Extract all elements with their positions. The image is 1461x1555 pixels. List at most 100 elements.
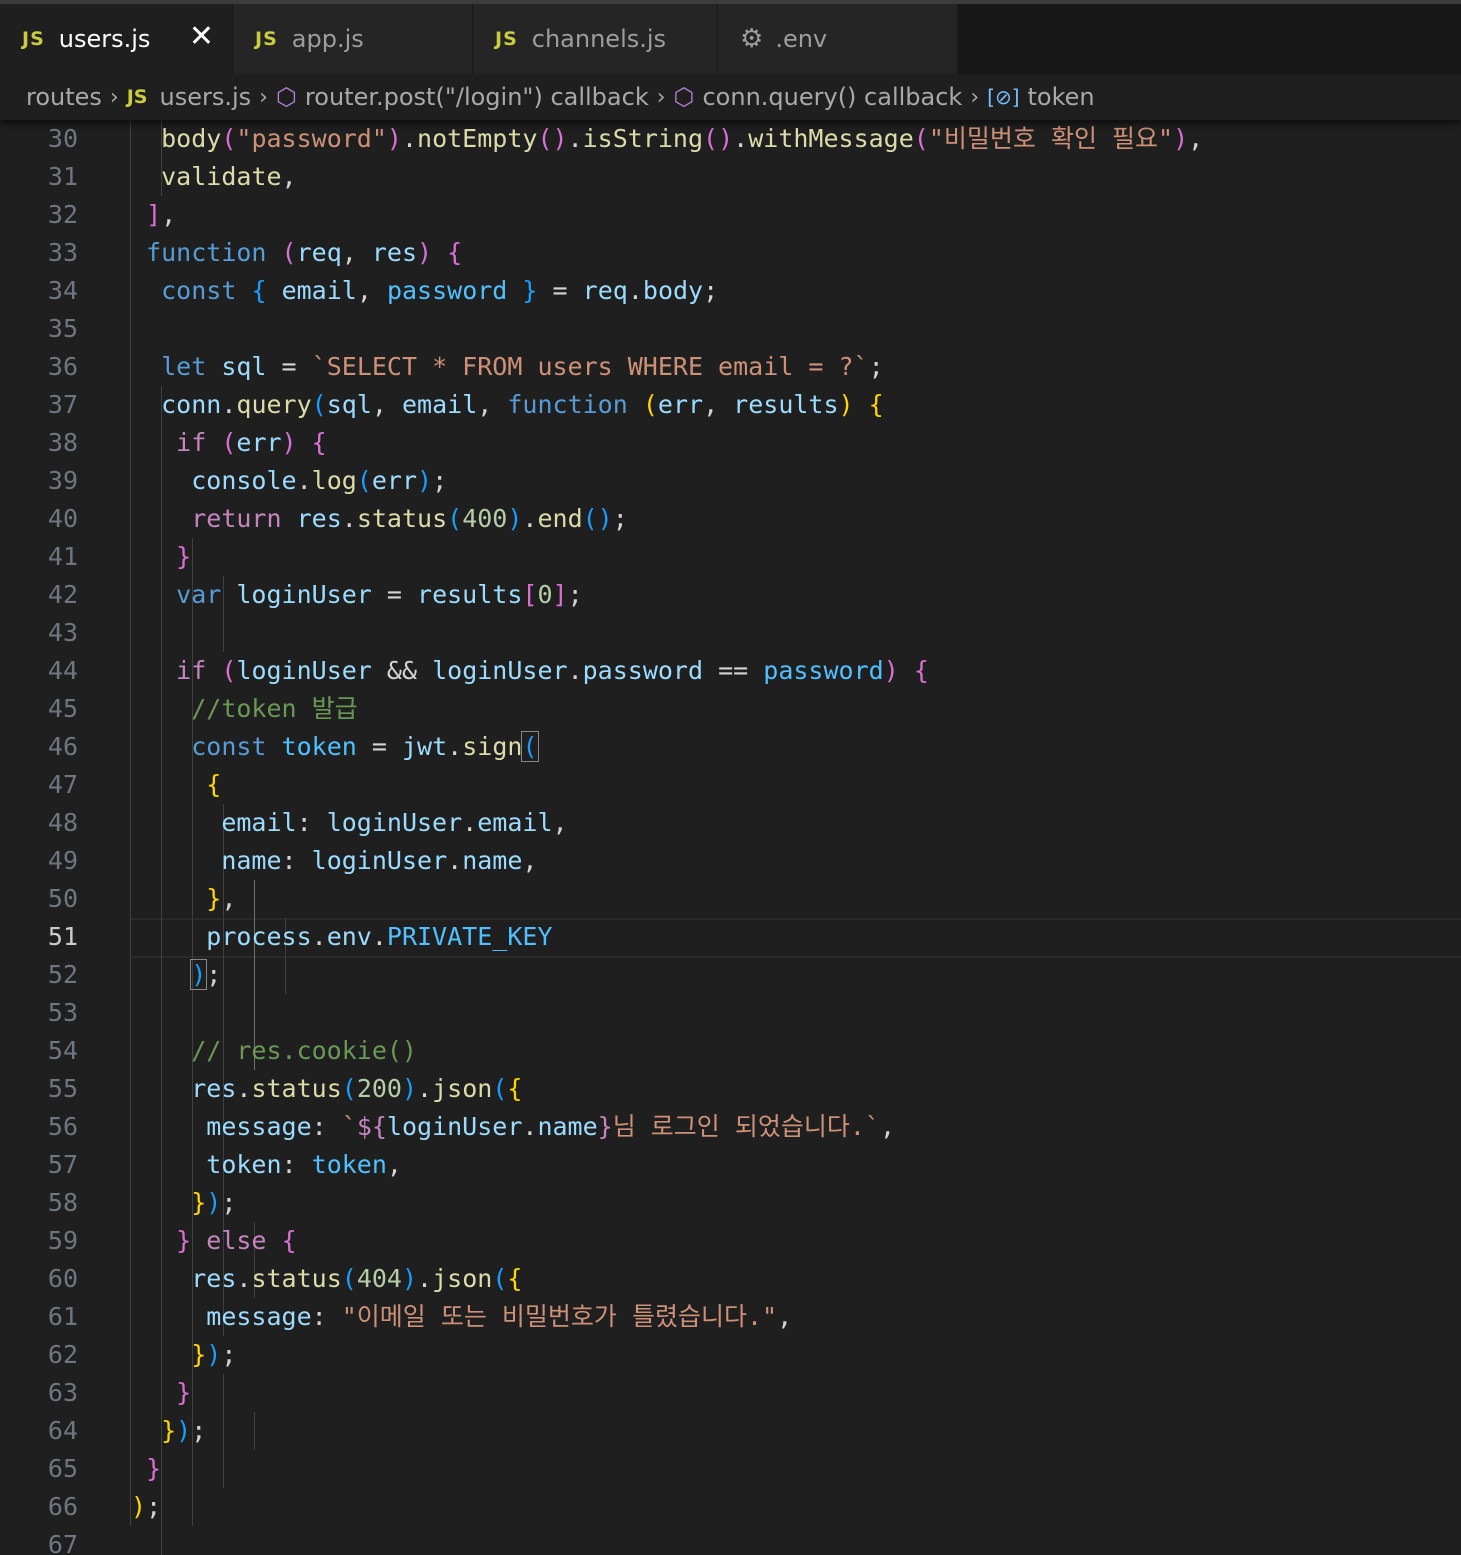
code-line[interactable]: 36 let sql = `SELECT * FROM users WHERE … bbox=[0, 348, 1461, 386]
code-line[interactable]: 58 }); bbox=[0, 1184, 1461, 1222]
code-line[interactable]: 32 ], bbox=[0, 196, 1461, 234]
code-line[interactable]: 61 message: "이메일 또는 비밀번호가 틀렸습니다.", bbox=[0, 1298, 1461, 1336]
code-text: }); bbox=[191, 1188, 237, 1217]
code-text: ); bbox=[131, 1492, 162, 1521]
code-line[interactable]: 50 }, bbox=[0, 880, 1461, 918]
line-number: 63 bbox=[47, 1378, 78, 1407]
line-number: 32 bbox=[47, 200, 78, 229]
variable-icon: [⊘] bbox=[987, 85, 1020, 109]
code-line[interactable]: 33 function (req, res) { bbox=[0, 234, 1461, 272]
editor-tab-bar: JS users.js ✕ JS app.js JS channels.js ⚙… bbox=[0, 4, 1461, 74]
code-line[interactable]: 31 validate, bbox=[0, 158, 1461, 196]
code-text: } bbox=[146, 1454, 162, 1483]
code-line[interactable]: 45 //token 발급 bbox=[0, 690, 1461, 728]
tab-label: .env bbox=[775, 25, 828, 53]
code-editor[interactable]: 30 body("password").notEmpty().isString(… bbox=[0, 120, 1461, 1555]
code-line[interactable]: 43 bbox=[0, 614, 1461, 652]
breadcrumb-symbol-conn-query[interactable]: conn.query() callback bbox=[702, 83, 962, 111]
code-line[interactable]: 66); bbox=[0, 1488, 1461, 1526]
line-number: 50 bbox=[47, 884, 78, 913]
code-line[interactable]: 60 res.status(404).json({ bbox=[0, 1260, 1461, 1298]
code-text: res.status(200).json({ bbox=[191, 1074, 523, 1103]
code-line[interactable]: 52 ); bbox=[0, 956, 1461, 994]
code-text: ], bbox=[146, 200, 177, 229]
code-text: conn.query(sql, email, function (err, re… bbox=[161, 390, 884, 419]
code-text: return res.status(400).end(); bbox=[191, 504, 628, 533]
breadcrumb-symbol-router-post[interactable]: router.post("/login") callback bbox=[305, 83, 649, 111]
line-number: 62 bbox=[47, 1340, 78, 1369]
line-number: 30 bbox=[47, 124, 78, 153]
breadcrumb-folder[interactable]: routes bbox=[26, 83, 102, 111]
code-text: body("password").notEmpty().isString().w… bbox=[161, 124, 1204, 153]
code-line[interactable]: 44 if (loginUser && loginUser.password =… bbox=[0, 652, 1461, 690]
code-line[interactable]: 53 bbox=[0, 994, 1461, 1032]
close-icon[interactable]: ✕ bbox=[189, 22, 214, 52]
line-number: 53 bbox=[47, 998, 78, 1027]
code-line[interactable]: 35 bbox=[0, 310, 1461, 348]
line-number: 59 bbox=[47, 1226, 78, 1255]
code-line[interactable]: 57 token: token, bbox=[0, 1146, 1461, 1184]
code-line[interactable]: 65 } bbox=[0, 1450, 1461, 1488]
tab-label: channels.js bbox=[531, 25, 667, 53]
breadcrumb-file[interactable]: users.js bbox=[160, 83, 252, 111]
code-line[interactable]: 30 body("password").notEmpty().isString(… bbox=[0, 120, 1461, 158]
code-text: name: loginUser.name, bbox=[221, 846, 538, 875]
code-text: } bbox=[176, 542, 192, 571]
code-text: message: `${loginUser.name}님 로그인 되었습니다.`… bbox=[206, 1112, 896, 1141]
tab-env[interactable]: ⚙ .env bbox=[718, 4, 958, 74]
code-line[interactable]: 49 name: loginUser.name, bbox=[0, 842, 1461, 880]
line-number: 38 bbox=[47, 428, 78, 457]
code-line[interactable]: 42 var loginUser = results[0]; bbox=[0, 576, 1461, 614]
breadcrumb-symbol-token[interactable]: token bbox=[1028, 83, 1095, 111]
code-text: if (err) { bbox=[176, 428, 327, 457]
code-text: { bbox=[206, 770, 222, 799]
code-line[interactable]: 67 bbox=[0, 1526, 1461, 1555]
gear-icon: ⚙ bbox=[740, 24, 764, 54]
code-line[interactable]: 64 }); bbox=[0, 1412, 1461, 1450]
code-line[interactable]: 39 console.log(err); bbox=[0, 462, 1461, 500]
code-line[interactable]: 48 email: loginUser.email, bbox=[0, 804, 1461, 842]
javascript-file-icon: JS bbox=[495, 28, 518, 50]
line-number: 36 bbox=[47, 352, 78, 381]
code-line-current[interactable]: 51 process.env.PRIVATE_KEY bbox=[0, 918, 1461, 956]
code-line[interactable]: 34 const { email, password } = req.body; bbox=[0, 272, 1461, 310]
tab-app-js[interactable]: JS app.js bbox=[233, 4, 473, 74]
code-text: if (loginUser && loginUser.password == p… bbox=[176, 656, 929, 685]
code-line[interactable]: 40 return res.status(400).end(); bbox=[0, 500, 1461, 538]
code-text: res.status(404).json({ bbox=[191, 1264, 523, 1293]
code-line[interactable]: 63 } bbox=[0, 1374, 1461, 1412]
code-text: } else { bbox=[176, 1226, 297, 1255]
chevron-right-icon: › bbox=[970, 84, 980, 110]
code-line[interactable]: 41 } bbox=[0, 538, 1461, 576]
line-number: 61 bbox=[47, 1302, 78, 1331]
tab-label: users.js bbox=[58, 25, 151, 53]
code-text: const token = jwt.sign( bbox=[191, 731, 539, 762]
line-number: 43 bbox=[47, 618, 78, 647]
code-text: //token 발급 bbox=[191, 694, 358, 723]
tab-channels-js[interactable]: JS channels.js bbox=[473, 4, 718, 74]
line-number: 39 bbox=[47, 466, 78, 495]
line-number: 64 bbox=[47, 1416, 78, 1445]
code-text: function (req, res) { bbox=[146, 238, 463, 267]
line-number: 48 bbox=[47, 808, 78, 837]
code-line[interactable]: 55 res.status(200).json({ bbox=[0, 1070, 1461, 1108]
breadcrumb: routes › JS users.js › ⬡ router.post("/l… bbox=[0, 74, 1461, 120]
code-line[interactable]: 37 conn.query(sql, email, function (err,… bbox=[0, 386, 1461, 424]
code-line[interactable]: 56 message: `${loginUser.name}님 로그인 되었습니… bbox=[0, 1108, 1461, 1146]
tab-users-js[interactable]: JS users.js ✕ bbox=[0, 4, 233, 74]
code-text: } bbox=[176, 1378, 192, 1407]
code-line[interactable]: 47 { bbox=[0, 766, 1461, 804]
code-line[interactable]: 59 } else { bbox=[0, 1222, 1461, 1260]
code-line[interactable]: 54 // res.cookie() bbox=[0, 1032, 1461, 1070]
code-text: // res.cookie() bbox=[191, 1036, 417, 1065]
chevron-right-icon: › bbox=[109, 84, 119, 110]
line-number: 41 bbox=[47, 542, 78, 571]
code-line[interactable]: 38 if (err) { bbox=[0, 424, 1461, 462]
code-text: message: "이메일 또는 비밀번호가 틀렸습니다.", bbox=[206, 1302, 793, 1331]
code-line[interactable]: 62 }); bbox=[0, 1336, 1461, 1374]
line-number: 46 bbox=[47, 732, 78, 761]
line-number: 57 bbox=[47, 1150, 78, 1179]
line-number: 58 bbox=[47, 1188, 78, 1217]
code-line[interactable]: 46 const token = jwt.sign( bbox=[0, 728, 1461, 766]
chevron-right-icon: › bbox=[259, 84, 268, 110]
